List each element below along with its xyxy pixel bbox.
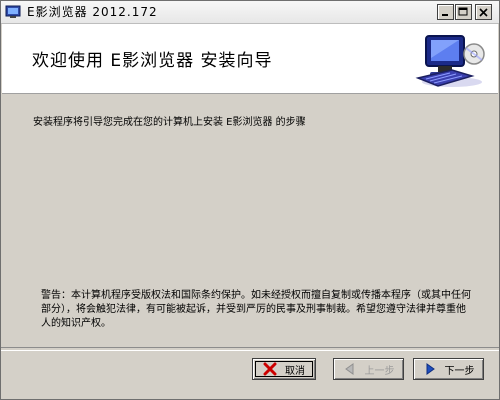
back-arrow-icon (344, 363, 353, 375)
minimize-button[interactable] (437, 4, 454, 20)
maximize-icon (458, 7, 468, 16)
description-text: 安装程序将引导您完成在您的计算机上安装 E影浏览器 的步骤 (33, 117, 306, 128)
minimize-icon (442, 14, 448, 16)
cancel-button[interactable]: 取消 (252, 358, 316, 380)
next-label: 下一步 (444, 365, 475, 377)
next-arrow-icon (426, 363, 435, 375)
installer-window: E影浏览器 2012.172 欢迎使用 E影浏览器 安装向导 安装程序将引导您完… (0, 0, 500, 400)
back-label: 上一步 (364, 365, 395, 377)
close-button[interactable] (475, 4, 492, 20)
title-bar[interactable]: E影浏览器 2012.172 (1, 1, 499, 24)
footer-separator (1, 347, 499, 351)
close-icon (479, 8, 488, 17)
header-panel: 欢迎使用 E影浏览器 安装向导 (2, 24, 498, 94)
next-button[interactable]: 下一步 (413, 358, 484, 380)
app-icon (5, 4, 21, 20)
copyright-warning: 警告：本计算机程序受版权法和国际条约保护。如未经授权而擅自复制或传播本程序（或其… (41, 290, 471, 329)
back-button[interactable]: 上一步 (333, 358, 404, 380)
maximize-button[interactable] (455, 4, 472, 20)
wizard-title: 欢迎使用 E影浏览器 安装向导 (32, 51, 273, 71)
cancel-label: 取消 (285, 365, 305, 377)
computer-install-icon (410, 28, 490, 90)
window-title: E影浏览器 2012.172 (27, 5, 158, 19)
x-icon (263, 362, 277, 376)
